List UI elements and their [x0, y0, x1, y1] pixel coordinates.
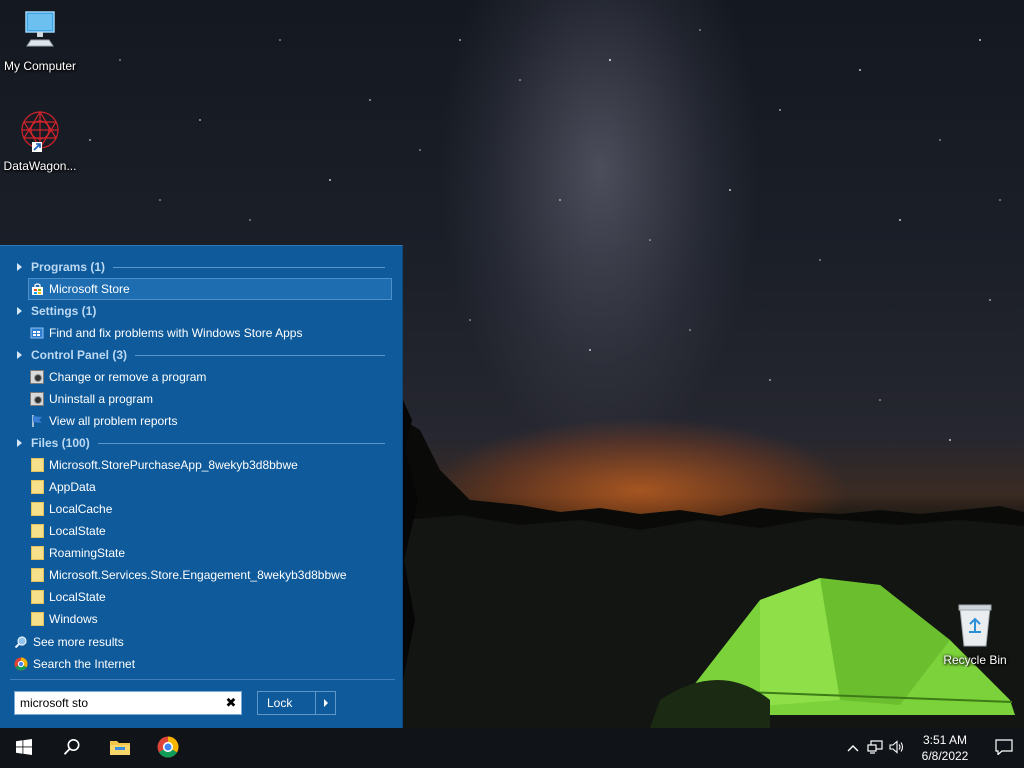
result-item-file[interactable]: LocalState: [0, 520, 392, 542]
taskbar-file-explorer[interactable]: [96, 728, 144, 768]
result-item-label: Windows: [49, 612, 98, 626]
notification-icon: [995, 738, 1013, 758]
desktop-icon-label: My Computer: [3, 59, 77, 73]
volume-tray-button[interactable]: [886, 728, 908, 768]
network-icon: [867, 739, 883, 757]
result-item-file[interactable]: AppData: [0, 476, 392, 498]
lock-button-label: Lock: [267, 696, 293, 710]
desktop-icon-label: Recycle Bin: [943, 653, 1007, 667]
result-item-label: LocalState: [49, 524, 106, 538]
search-results-list: Programs (1) Microsoft Store Settings (1…: [0, 256, 403, 630]
system-tray: 3:51 AM 6/8/2022: [842, 728, 1024, 768]
speaker-icon: [889, 739, 905, 757]
group-divider: [113, 266, 385, 268]
result-item-file[interactable]: Microsoft.StorePurchaseApp_8wekyb3d8bbwe: [0, 454, 392, 476]
taskbar-chrome[interactable]: [144, 728, 192, 768]
result-item-label: AppData: [49, 480, 96, 494]
start-button[interactable]: [0, 728, 48, 768]
group-header-settings[interactable]: Settings (1): [0, 300, 403, 322]
clock-date: 6/8/2022: [921, 749, 969, 763]
result-item-problem-reports[interactable]: View all problem reports: [0, 410, 392, 432]
control-panel-icon: [30, 392, 44, 406]
troubleshoot-icon: [30, 326, 44, 340]
start-search-input[interactable]: [15, 693, 221, 713]
taskbar: 3:51 AM 6/8/2022: [0, 728, 1024, 768]
folder-icon: [30, 612, 44, 626]
network-tray-button[interactable]: [864, 728, 886, 768]
taskbar-search-button[interactable]: [48, 728, 96, 768]
folder-icon: [30, 458, 44, 472]
expand-arrow-icon: [17, 263, 22, 271]
result-item-file[interactable]: RoamingState: [0, 542, 392, 564]
folder-icon: [30, 590, 44, 604]
control-panel-icon: [30, 370, 44, 384]
group-header-files[interactable]: Files (100): [0, 432, 403, 454]
result-item-label: Change or remove a program: [49, 370, 207, 384]
desktop-icon-label: DataWagon...: [3, 159, 77, 173]
show-hidden-icons[interactable]: [842, 728, 864, 768]
result-item-label: RoamingState: [49, 546, 126, 560]
result-item-label: LocalCache: [49, 502, 113, 516]
folder-icon: [30, 546, 44, 560]
desktop-icon-recycle-bin[interactable]: Recycle Bin: [935, 602, 1015, 667]
start-menu-divider: [10, 679, 395, 680]
start-menu: Programs (1) Microsoft Store Settings (1…: [0, 245, 403, 728]
result-item-label: Find and fix problems with Windows Store…: [49, 326, 303, 340]
file-explorer-icon: [109, 738, 131, 759]
result-item-label: View all problem reports: [49, 414, 178, 428]
windows-start-icon: [16, 738, 32, 758]
result-item-microsoft-store[interactable]: Microsoft Store: [28, 278, 392, 300]
result-item-uninstall-program[interactable]: Uninstall a program: [0, 388, 392, 410]
magnifier-icon: [14, 635, 28, 649]
clock-time: 3:51 AM: [922, 733, 968, 747]
see-more-results-label: See more results: [33, 635, 124, 649]
chevron-up-icon: [847, 741, 859, 755]
taskbar-clock[interactable]: 3:51 AM 6/8/2022: [914, 732, 976, 764]
result-item-file[interactable]: Windows: [0, 608, 392, 630]
chrome-icon: [157, 736, 179, 761]
start-search-box[interactable]: ✖: [14, 691, 242, 715]
see-more-results-link[interactable]: See more results: [14, 631, 124, 653]
store-icon: [30, 282, 44, 296]
desktop-icon-datawagon[interactable]: DataWagon...: [0, 108, 80, 173]
expand-arrow-icon: [17, 439, 22, 447]
result-item-troubleshoot-store-apps[interactable]: Find and fix problems with Windows Store…: [0, 322, 392, 344]
group-header-label: Control Panel (3): [31, 348, 128, 362]
result-item-label: LocalState: [49, 590, 106, 604]
result-item-file[interactable]: Microsoft.Services.Store.Engagement_8wek…: [0, 564, 392, 586]
search-internet-link[interactable]: Search the Internet: [14, 653, 135, 675]
power-options-arrow-icon[interactable]: [315, 692, 335, 714]
group-divider: [97, 442, 385, 444]
folder-icon: [30, 480, 44, 494]
expand-arrow-icon: [17, 307, 22, 315]
chrome-icon: [14, 657, 28, 671]
result-item-label: Microsoft.StorePurchaseApp_8wekyb3d8bbwe: [49, 458, 298, 472]
group-header-control-panel[interactable]: Control Panel (3): [0, 344, 403, 366]
result-item-file[interactable]: LocalCache: [0, 498, 392, 520]
group-header-programs[interactable]: Programs (1): [0, 256, 403, 278]
result-item-label: Microsoft.Services.Store.Engagement_8wek…: [49, 568, 347, 582]
datawagon-icon: [0, 108, 80, 157]
result-item-label: Microsoft Store: [49, 282, 130, 296]
clear-search-icon[interactable]: ✖: [221, 693, 241, 713]
group-header-label: Files (100): [31, 436, 90, 450]
folder-icon: [30, 568, 44, 582]
recycle-bin-icon: [935, 602, 1015, 651]
lock-button[interactable]: Lock: [257, 691, 336, 715]
search-internet-label: Search the Internet: [33, 657, 136, 671]
group-header-label: Settings (1): [31, 304, 97, 318]
folder-icon: [30, 524, 44, 538]
computer-icon: [0, 10, 80, 57]
result-item-label: Uninstall a program: [49, 392, 154, 406]
flag-icon: [30, 414, 44, 428]
group-header-label: Programs (1): [31, 260, 106, 274]
group-divider: [135, 354, 385, 356]
action-center-button[interactable]: [984, 728, 1024, 768]
expand-arrow-icon: [17, 351, 22, 359]
search-icon: [63, 738, 81, 759]
result-item-file[interactable]: LocalState: [0, 586, 392, 608]
folder-icon: [30, 502, 44, 516]
desktop-icon-my-computer[interactable]: My Computer: [0, 10, 80, 73]
result-item-change-remove-program[interactable]: Change or remove a program: [0, 366, 392, 388]
